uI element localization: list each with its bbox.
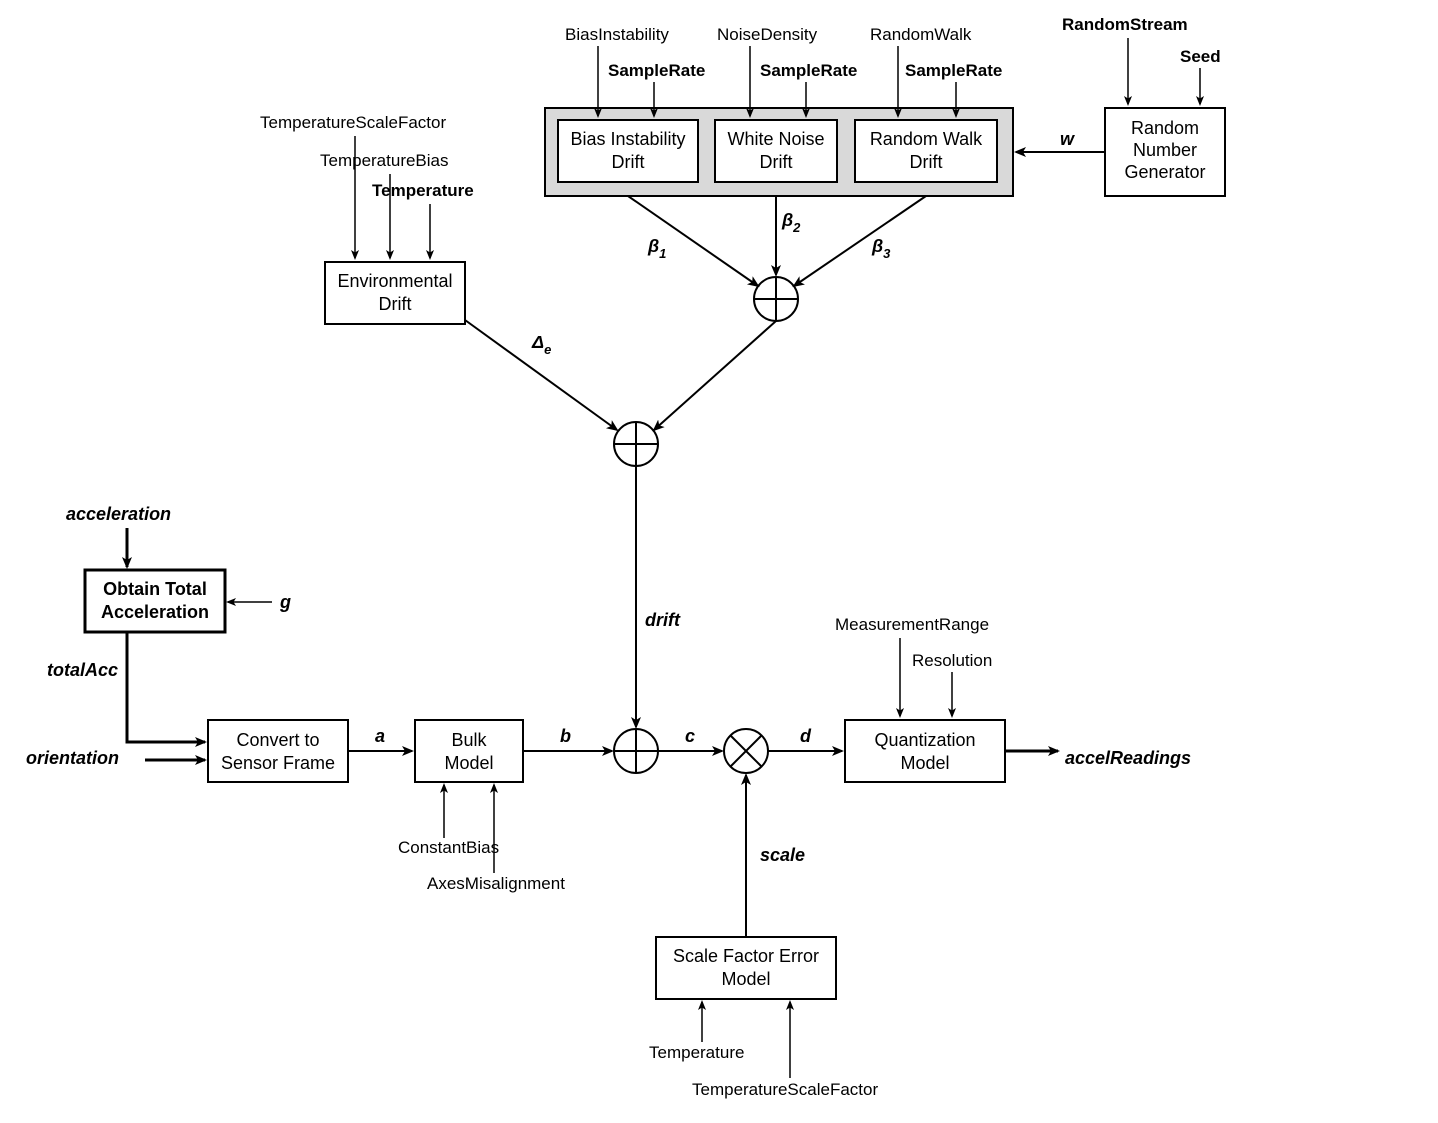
axes-mis-label: AxesMisalignment	[427, 874, 565, 893]
obtain-total-l1: Obtain Total	[103, 579, 207, 599]
bias-instability-label: BiasInstability	[565, 25, 669, 44]
rng-l1: Random	[1131, 118, 1199, 138]
accel-readings-label: accelReadings	[1065, 748, 1191, 768]
seed-label: Seed	[1180, 47, 1221, 66]
quant-l2: Model	[900, 753, 949, 773]
sum-drift-icon	[614, 422, 658, 466]
temp-scale-factor-label: TemperatureScaleFactor	[260, 113, 446, 132]
arrow	[127, 632, 205, 742]
obtain-total-l2: Acceleration	[101, 602, 209, 622]
bulk-l2: Model	[444, 753, 493, 773]
arrow	[794, 196, 926, 286]
c-label: c	[685, 726, 695, 746]
temp-scale-factor2-label: TemperatureScaleFactor	[692, 1080, 878, 1099]
quant-l1: Quantization	[874, 730, 975, 750]
drift-label: drift	[645, 610, 681, 630]
arrow	[654, 321, 776, 430]
mult-icon	[724, 729, 768, 773]
temperature-label: Temperature	[372, 181, 474, 200]
constant-bias-label: ConstantBias	[398, 838, 499, 857]
random-walk-drift-l2: Drift	[910, 152, 943, 172]
beta3-label: β3	[871, 236, 891, 261]
scale-label: scale	[760, 845, 805, 865]
bias-instability-drift-l1: Bias Instability	[570, 129, 685, 149]
orientation-label: orientation	[26, 748, 119, 768]
random-stream-label: RandomStream	[1062, 15, 1188, 34]
rng-l2: Number	[1133, 140, 1197, 160]
sample-rate-2-label: SampleRate	[760, 61, 857, 80]
temp-bias-label: TemperatureBias	[320, 151, 449, 170]
random-walk-drift-l1: Random Walk	[870, 129, 983, 149]
beta2-label: β2	[781, 210, 801, 235]
delta-e-label: Δe	[531, 332, 551, 357]
random-walk-label: RandomWalk	[870, 25, 972, 44]
b-label: b	[560, 726, 571, 746]
convert-l1: Convert to	[236, 730, 319, 750]
white-noise-drift-l1: White Noise	[727, 129, 824, 149]
g-label: g	[279, 592, 291, 612]
scale-err-l2: Model	[721, 969, 770, 989]
temperature2-label: Temperature	[649, 1043, 744, 1062]
white-noise-drift-l2: Drift	[760, 152, 793, 172]
sample-rate-3-label: SampleRate	[905, 61, 1002, 80]
beta1-label: β1	[647, 236, 666, 261]
w-label: w	[1060, 129, 1075, 149]
acceleration-label: acceleration	[66, 504, 171, 524]
meas-range-label: MeasurementRange	[835, 615, 989, 634]
bulk-l1: Bulk	[451, 730, 487, 750]
convert-l2: Sensor Frame	[221, 753, 335, 773]
scale-err-l1: Scale Factor Error	[673, 946, 819, 966]
sum-beta-icon	[754, 277, 798, 321]
bias-instability-drift-l2: Drift	[612, 152, 645, 172]
rng-l3: Generator	[1124, 162, 1205, 182]
resolution-label: Resolution	[912, 651, 992, 670]
sum-c-icon	[614, 729, 658, 773]
totalacc-label: totalAcc	[47, 660, 118, 680]
d-label: d	[800, 726, 812, 746]
env-drift-l2: Drift	[379, 294, 412, 314]
noise-density-label: NoiseDensity	[717, 25, 818, 44]
sample-rate-1-label: SampleRate	[608, 61, 705, 80]
env-drift-l1: Environmental	[337, 271, 452, 291]
a-label: a	[375, 726, 385, 746]
